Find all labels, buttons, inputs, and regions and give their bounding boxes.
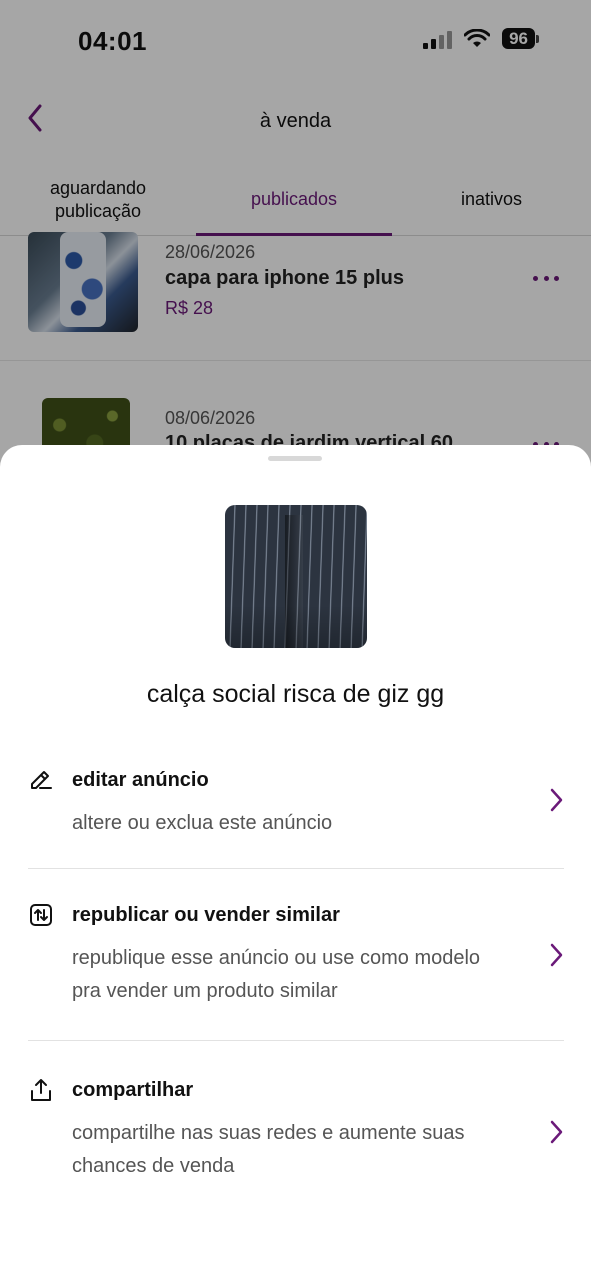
option-title: compartilhar — [72, 1079, 194, 1101]
product-image — [225, 505, 367, 648]
option-title: republicar ou vender similar — [72, 904, 340, 926]
chevron-right-icon — [550, 1120, 563, 1144]
share-icon — [31, 1079, 51, 1101]
chevron-right-icon — [550, 788, 563, 812]
option-description: republique esse anúncio ou use como mode… — [72, 947, 481, 1002]
option-description: altere ou exclua este anúncio — [72, 812, 333, 834]
pencil-icon — [31, 771, 52, 789]
product-title: calça social risca de giz gg — [146, 680, 445, 708]
sheet-drag-handle[interactable] — [268, 456, 322, 461]
republish-icon — [30, 904, 52, 926]
edit-listing-option[interactable]: editar anúncio altere ou exclua este anú… — [28, 755, 564, 869]
republish-option[interactable]: republicar ou vender similar republique … — [28, 890, 564, 1041]
share-option[interactable]: compartilhar compartilhe nas suas redes … — [28, 1065, 564, 1205]
bottom-sheet: calça social risca de giz gg editar anún… — [0, 445, 591, 1280]
option-title: editar anúncio — [72, 769, 209, 791]
option-description: compartilhe nas suas redes e aumente sua… — [72, 1122, 465, 1177]
chevron-right-icon — [550, 943, 563, 967]
